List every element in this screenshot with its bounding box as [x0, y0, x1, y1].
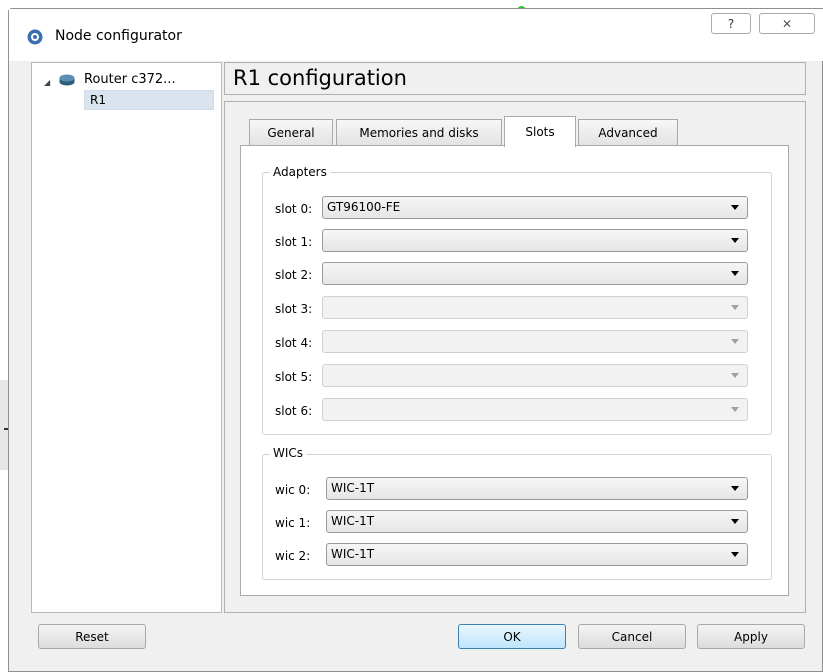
- help-icon: ?: [727, 16, 735, 31]
- close-button[interactable]: ✕: [759, 13, 815, 34]
- reset-button[interactable]: Reset: [38, 624, 146, 649]
- wic-0-value: WIC-1T: [331, 481, 375, 495]
- slot-3-label: slot 3:: [275, 302, 313, 316]
- wic-2-label: wic 2:: [275, 549, 311, 563]
- wic-1-value: WIC-1T: [331, 514, 375, 528]
- router-icon: [59, 74, 75, 86]
- tab-slots[interactable]: Slots: [504, 116, 576, 147]
- wics-group-title: WICs: [270, 446, 307, 460]
- slot-2-label: slot 2:: [275, 268, 313, 282]
- tab-general[interactable]: General: [249, 119, 333, 145]
- window-title: Node configurator: [55, 28, 182, 44]
- slot-1-select[interactable]: [322, 229, 748, 252]
- dropdown-arrow-icon: [731, 486, 739, 491]
- tab-memories-and-disks[interactable]: Memories and disks: [336, 119, 502, 145]
- dropdown-arrow-icon: [731, 205, 739, 210]
- slot-4-select[interactable]: [322, 330, 748, 353]
- slot-2-select[interactable]: [322, 262, 748, 285]
- slot-5-select[interactable]: [322, 364, 748, 387]
- dropdown-arrow-icon: [731, 373, 739, 378]
- ok-button[interactable]: OK: [458, 624, 566, 649]
- slot-0-value: GT96100-FE: [327, 200, 401, 214]
- slot-0-label: slot 0:: [275, 202, 313, 216]
- wic-0-label: wic 0:: [275, 483, 311, 497]
- slot-6-label: slot 6:: [275, 404, 313, 418]
- dropdown-arrow-icon: [731, 552, 739, 557]
- apply-button[interactable]: Apply: [697, 624, 805, 649]
- expand-arrow-icon[interactable]: ◢: [44, 78, 50, 87]
- dropdown-arrow-icon: [731, 238, 739, 243]
- node-tree[interactable]: ◢ Router c372... R1: [31, 62, 222, 613]
- app-icon: [27, 29, 43, 45]
- help-button[interactable]: ?: [711, 13, 751, 34]
- page-title: R1 configuration: [233, 66, 407, 90]
- slot-1-label: slot 1:: [275, 235, 313, 249]
- wic-2-value: WIC-1T: [331, 547, 375, 561]
- dropdown-arrow-icon: [731, 407, 739, 412]
- dropdown-arrow-icon: [731, 271, 739, 276]
- cancel-button[interactable]: Cancel: [578, 624, 686, 649]
- dropdown-arrow-icon: [731, 305, 739, 310]
- dropdown-arrow-icon: [731, 339, 739, 344]
- slot-5-label: slot 5:: [275, 370, 313, 384]
- tree-item-r1[interactable]: R1: [84, 90, 214, 110]
- slot-6-select[interactable]: [322, 398, 748, 421]
- close-icon: ✕: [781, 16, 793, 31]
- configuration-header: R1 configuration: [224, 62, 806, 95]
- slot-0-select[interactable]: GT96100-FE: [322, 196, 748, 219]
- wic-1-select[interactable]: WIC-1T: [326, 510, 748, 533]
- wic-2-select[interactable]: WIC-1T: [326, 543, 748, 566]
- tree-item-router[interactable]: Router c372...: [84, 72, 176, 87]
- wic-1-label: wic 1:: [275, 516, 311, 530]
- adapters-group-title: Adapters: [270, 165, 330, 179]
- slot-4-label: slot 4:: [275, 336, 313, 350]
- slot-3-select[interactable]: [322, 296, 748, 319]
- tab-advanced[interactable]: Advanced: [578, 119, 678, 145]
- wic-0-select[interactable]: WIC-1T: [326, 477, 748, 500]
- title-bar: Node configurator ? ✕: [9, 9, 823, 61]
- dropdown-arrow-icon: [731, 519, 739, 524]
